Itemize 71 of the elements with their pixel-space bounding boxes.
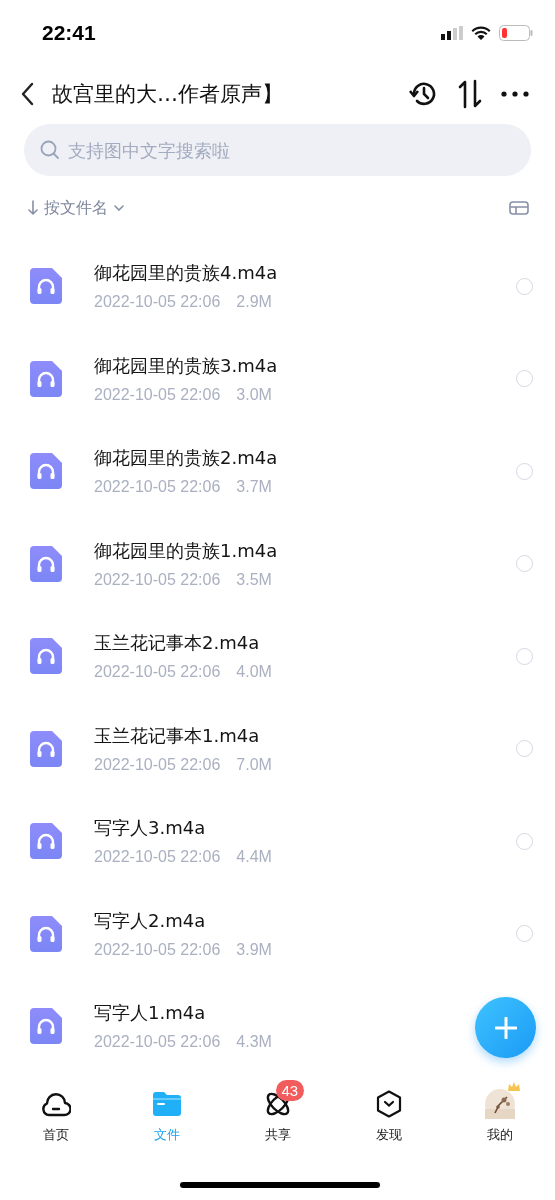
file-size: 7.0M <box>236 755 272 774</box>
file-name: 写字人1.m4a <box>94 1001 206 1026</box>
nav-tab[interactable]: 首页 <box>0 1078 111 1144</box>
file-date: 2022-10-05 22:06 <box>94 848 221 867</box>
file-date: 2022-10-05 22:06 <box>94 755 221 774</box>
file-row[interactable]: 玉兰花记事本2.m4a 2022-10-05 22:06 4.0M <box>0 610 555 703</box>
file-name: 玉兰花记事本2.m4a <box>94 631 260 656</box>
more-icon[interactable] <box>501 91 529 97</box>
audio-file-icon <box>30 915 62 952</box>
file-row[interactable]: 写字人1.m4a 2022-10-05 22:06 4.3M <box>0 980 555 1073</box>
back-icon[interactable] <box>20 82 34 106</box>
file-name: 御花园里的贵族1.m4a <box>94 538 278 563</box>
nav-tab[interactable]: 43 共享 <box>222 1078 333 1144</box>
file-size: 3.0M <box>236 385 272 404</box>
file-row[interactable]: 玉兰花记事本1.m4a 2022-10-05 22:06 7.0M <box>0 702 555 795</box>
search-field[interactable]: 支持图中文字搜索啦 <box>24 124 531 176</box>
add-button[interactable] <box>475 997 536 1058</box>
down-arrow-icon <box>28 200 38 216</box>
file-date: 2022-10-05 22:06 <box>94 1033 221 1052</box>
audio-file-icon <box>30 638 62 675</box>
file-size: 3.5M <box>236 570 272 589</box>
file-date: 2022-10-05 22:06 <box>94 940 221 959</box>
file-date: 2022-10-05 22:06 <box>94 663 221 682</box>
search-input[interactable]: 支持图中文字搜索啦 <box>68 139 515 161</box>
sort-by-name-button[interactable]: 按文件名 <box>28 197 124 219</box>
wifi-icon <box>471 25 491 41</box>
folder-icon <box>152 1092 181 1116</box>
file-size: 4.0M <box>236 663 272 682</box>
search-icon <box>40 140 60 160</box>
file-name: 写字人2.m4a <box>94 908 206 933</box>
nav-tab[interactable]: 发现 <box>333 1078 444 1144</box>
audio-file-icon <box>30 453 62 490</box>
file-row[interactable]: 御花园里的贵族1.m4a 2022-10-05 22:06 3.5M <box>0 517 555 610</box>
file-size: 4.4M <box>236 848 272 867</box>
sort-icon[interactable] <box>457 79 483 109</box>
file-name: 御花园里的贵族2.m4a <box>94 446 278 471</box>
file-date: 2022-10-05 22:06 <box>94 293 221 312</box>
file-name: 写字人3.m4a <box>94 816 206 841</box>
caret-icon <box>114 205 124 211</box>
audio-file-icon <box>30 268 62 305</box>
notification-badge: 43 <box>275 1080 305 1101</box>
view-toggle-icon[interactable] <box>509 201 529 215</box>
cloud-icon <box>40 1091 71 1117</box>
file-size: 3.7M <box>236 478 272 497</box>
file-date: 2022-10-05 22:06 <box>94 385 221 404</box>
audio-file-icon <box>30 823 62 860</box>
status-time: 22:41 <box>42 21 96 45</box>
hexagon-icon <box>375 1090 402 1118</box>
audio-file-icon <box>30 730 62 767</box>
file-row[interactable]: 写字人2.m4a 2022-10-05 22:06 3.9M <box>0 887 555 980</box>
audio-file-icon <box>30 360 62 397</box>
file-date: 2022-10-05 22:06 <box>94 478 221 497</box>
audio-file-icon <box>30 1008 62 1045</box>
crown-icon <box>506 1082 521 1092</box>
file-name: 御花园里的贵族3.m4a <box>94 353 278 378</box>
file-name: 御花园里的贵族4.m4a <box>94 261 278 286</box>
file-size: 2.9M <box>236 293 272 312</box>
folder-title: 故宫里的大…作者原声】 <box>52 81 284 108</box>
file-size: 4.3M <box>236 1033 272 1052</box>
audio-file-icon <box>30 545 62 582</box>
file-date: 2022-10-05 22:06 <box>94 570 221 589</box>
file-size: 3.9M <box>236 940 272 959</box>
signal-icon <box>441 26 463 40</box>
plus-icon <box>494 1016 517 1039</box>
file-row[interactable]: 御花园里的贵族4.m4a 2022-10-05 22:06 2.9M <box>0 240 555 333</box>
file-row[interactable]: 御花园里的贵族3.m4a 2022-10-05 22:06 3.0M <box>0 332 555 425</box>
nav-tab[interactable]: 我的 <box>444 1078 555 1144</box>
file-row[interactable]: 写字人3.m4a 2022-10-05 22:06 4.4M <box>0 795 555 888</box>
battery-icon <box>499 25 533 41</box>
file-row[interactable]: 御花园里的贵族2.m4a 2022-10-05 22:06 3.7M <box>0 425 555 518</box>
file-name: 玉兰花记事本1.m4a <box>94 723 260 748</box>
